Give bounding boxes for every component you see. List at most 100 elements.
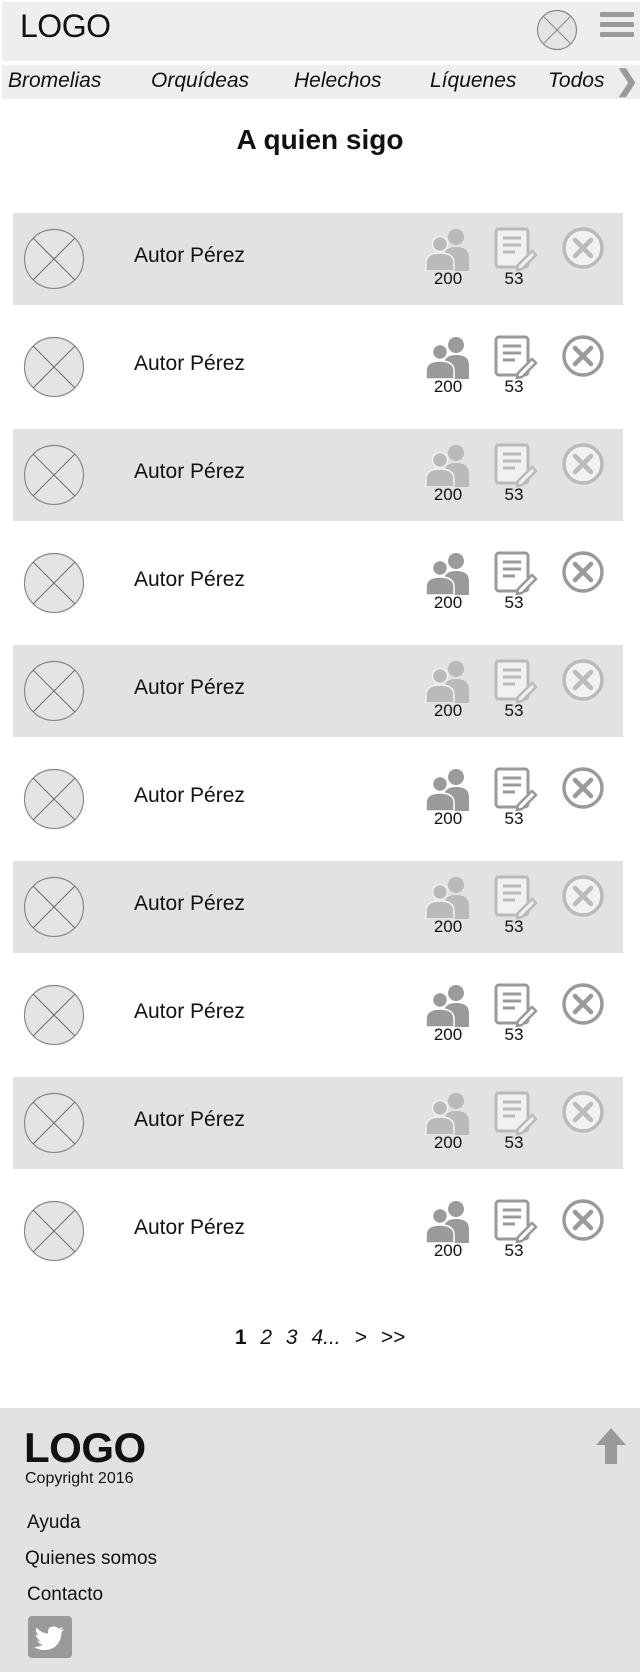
author-avatar-icon[interactable]	[23, 876, 85, 938]
unfollow-close-icon[interactable]	[561, 658, 605, 702]
footer-link-ayuda[interactable]: Ayuda	[27, 1512, 81, 1534]
category-liquenes[interactable]: Líquenes	[430, 69, 516, 93]
posts-count: 53	[504, 701, 524, 720]
posts-count: 53	[504, 485, 524, 504]
unfollow-close-icon[interactable]	[561, 442, 605, 486]
posts-edit-icon	[494, 983, 538, 1027]
category-todos[interactable]: Todos	[548, 69, 604, 93]
followers-count: 200	[433, 701, 463, 720]
followers-count: 200	[433, 917, 463, 936]
author-avatar-icon[interactable]	[23, 444, 85, 506]
unfollow-close-icon[interactable]	[561, 766, 605, 810]
author-avatar-icon[interactable]	[23, 984, 85, 1046]
author-name[interactable]: Autor Pérez	[134, 1216, 245, 1240]
copyright-text: Copyright 2016	[25, 1470, 134, 1487]
pagination: 1 2 3 4... > >>	[0, 1326, 640, 1350]
author-name[interactable]: Autor Pérez	[134, 460, 245, 484]
footer-logo[interactable]: LOGO	[24, 1424, 146, 1472]
unfollow-close-icon[interactable]	[561, 334, 605, 378]
posts-count: 53	[504, 269, 524, 288]
author-avatar-icon[interactable]	[23, 552, 85, 614]
followers-icon	[425, 661, 469, 703]
author-row: Autor Pérez 200 53	[13, 861, 623, 953]
followers-count: 200	[433, 809, 463, 828]
author-row: Autor Pérez 200 53	[13, 1185, 623, 1277]
posts-edit-icon	[494, 1091, 538, 1135]
followers-icon	[425, 337, 469, 379]
posts-count: 53	[504, 1133, 524, 1152]
followers-icon	[425, 1093, 469, 1135]
author-name[interactable]: Autor Pérez	[134, 1000, 245, 1024]
author-avatar-icon[interactable]	[23, 1092, 85, 1154]
author-name[interactable]: Autor Pérez	[134, 784, 245, 808]
category-bromelias[interactable]: Bromelias	[8, 69, 101, 93]
posts-count: 53	[504, 809, 524, 828]
last-page-link[interactable]: >>	[381, 1326, 406, 1350]
author-avatar-icon[interactable]	[23, 1200, 85, 1262]
author-name[interactable]: Autor Pérez	[134, 892, 245, 916]
followers-count: 200	[433, 593, 463, 612]
author-row: Autor Pérez 200 53	[13, 321, 623, 413]
posts-edit-icon	[494, 443, 538, 487]
user-avatar-icon[interactable]	[536, 9, 578, 51]
page-title: A quien sigo	[236, 124, 404, 155]
posts-edit-icon	[494, 551, 538, 595]
unfollow-close-icon[interactable]	[561, 1090, 605, 1134]
followers-count: 200	[433, 377, 463, 396]
unfollow-close-icon[interactable]	[561, 1198, 605, 1242]
author-row: Autor Pérez 200 53	[13, 1077, 623, 1169]
author-avatar-icon[interactable]	[23, 660, 85, 722]
author-name[interactable]: Autor Pérez	[134, 676, 245, 700]
author-name[interactable]: Autor Pérez	[134, 1108, 245, 1132]
page-3-link[interactable]: 3	[286, 1326, 298, 1350]
author-row: Autor Pérez 200 53	[13, 429, 623, 521]
author-avatar-icon[interactable]	[23, 228, 85, 290]
posts-edit-icon	[494, 875, 538, 919]
unfollow-close-icon[interactable]	[561, 874, 605, 918]
author-avatar-icon[interactable]	[23, 336, 85, 398]
category-orquideas[interactable]: Orquídeas	[151, 69, 249, 93]
unfollow-close-icon[interactable]	[561, 226, 605, 270]
followers-icon	[425, 877, 469, 919]
arrow-up-icon[interactable]	[594, 1426, 628, 1466]
page-4-link[interactable]: 4	[311, 1326, 323, 1350]
posts-count: 53	[504, 1241, 524, 1260]
followers-icon	[425, 985, 469, 1027]
author-name[interactable]: Autor Pérez	[134, 352, 245, 376]
pagination-ellipsis: ...	[323, 1326, 341, 1349]
header-bar: LOGO	[2, 2, 640, 61]
unfollow-close-icon[interactable]	[561, 982, 605, 1026]
author-name[interactable]: Autor Pérez	[134, 244, 245, 268]
footer: LOGO Copyright 2016 Ayuda Quienes somos …	[0, 1408, 640, 1672]
author-row: Autor Pérez 200 53	[13, 537, 623, 629]
followers-icon	[425, 553, 469, 595]
followers-icon	[425, 229, 469, 271]
chevron-right-icon[interactable]: ❯	[614, 65, 640, 99]
author-row: Autor Pérez 200 53	[13, 645, 623, 737]
followers-count: 200	[433, 1241, 463, 1260]
unfollow-close-icon[interactable]	[561, 550, 605, 594]
next-page-link[interactable]: >	[355, 1326, 367, 1350]
followers-count: 200	[433, 269, 463, 288]
twitter-icon[interactable]	[28, 1616, 72, 1658]
category-helechos[interactable]: Helechos	[294, 69, 382, 93]
author-row: Autor Pérez 200 53	[13, 753, 623, 845]
author-row: Autor Pérez 200 53	[13, 213, 623, 305]
category-nav: Bromelias Orquídeas Helechos Líquenes To…	[2, 65, 640, 99]
followers-icon	[425, 769, 469, 811]
posts-count: 53	[504, 1025, 524, 1044]
posts-edit-icon	[494, 335, 538, 379]
posts-edit-icon	[494, 227, 538, 271]
followers-count: 200	[433, 1025, 463, 1044]
hamburger-menu-icon[interactable]	[600, 12, 634, 42]
page-1-link[interactable]: 1	[235, 1326, 247, 1350]
posts-edit-icon	[494, 1199, 538, 1243]
followers-icon	[425, 445, 469, 487]
footer-link-quienes-somos[interactable]: Quienes somos	[25, 1548, 157, 1570]
author-avatar-icon[interactable]	[23, 768, 85, 830]
followers-count: 200	[433, 1133, 463, 1152]
logo[interactable]: LOGO	[20, 8, 111, 45]
author-name[interactable]: Autor Pérez	[134, 568, 245, 592]
page-2-link[interactable]: 2	[260, 1326, 272, 1350]
footer-link-contacto[interactable]: Contacto	[27, 1584, 103, 1606]
